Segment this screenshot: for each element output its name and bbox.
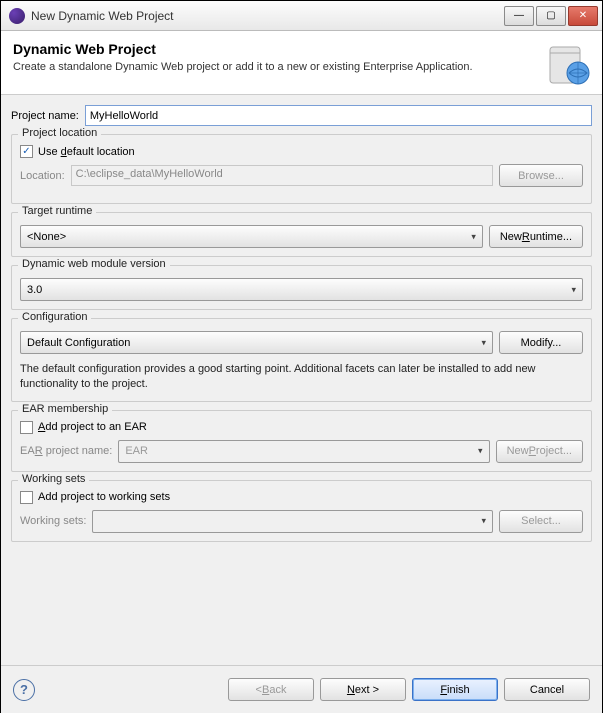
project-wizard-icon [544,41,592,89]
configuration-row: Default Configuration Modify... [20,331,583,354]
banner-heading: Dynamic Web Project [13,41,590,57]
configuration-title: Configuration [18,311,91,323]
ear-group: EAR membership Add project to an EAR EAR… [11,410,592,472]
cancel-button[interactable]: Cancel [504,678,590,701]
new-runtime-button[interactable]: New Runtime... [489,225,583,248]
target-runtime-title: Target runtime [18,205,96,217]
add-to-ear-checkbox[interactable] [20,421,33,434]
minimize-button[interactable]: — [504,6,534,26]
configuration-group: Configuration Default Configuration Modi… [11,318,592,402]
configuration-description: The default configuration provides a goo… [20,362,583,393]
project-name-row: Project name: [11,105,592,126]
add-to-working-sets-label: Add project to working sets [38,491,170,503]
ear-name-row: EAR project name: EAR New Project... [20,440,583,463]
use-default-location-checkbox[interactable]: ✓ [20,145,33,158]
content-area: Project name: Project location ✓ Use def… [1,95,602,665]
eclipse-icon [9,8,25,24]
titlebar: New Dynamic Web Project — ▢ ✕ [1,1,602,31]
use-default-location-row: ✓ Use default location [20,145,583,158]
window-controls: — ▢ ✕ [504,6,598,26]
project-name-label: Project name: [11,110,79,122]
window-title: New Dynamic Web Project [31,9,504,23]
add-to-working-sets-row: Add project to working sets [20,491,583,504]
module-version-select[interactable]: 3.0 [20,278,583,301]
target-runtime-row: <None> New Runtime... [20,225,583,248]
project-name-input[interactable] [85,105,592,126]
target-runtime-select[interactable]: <None> [20,225,483,248]
finish-button[interactable]: Finish [412,678,498,701]
maximize-button[interactable]: ▢ [536,6,566,26]
modify-button[interactable]: Modify... [499,331,583,354]
ear-name-select: EAR [118,440,489,463]
module-version-title: Dynamic web module version [18,258,170,270]
back-button: < Back [228,678,314,701]
select-working-sets-button: Select... [499,510,583,533]
footer: ? < Back Next > Finish Cancel [1,665,602,713]
next-button[interactable]: Next > [320,678,406,701]
project-location-group: Project location ✓ Use default location … [11,134,592,204]
location-label: Location: [20,170,65,182]
target-runtime-group: Target runtime <None> New Runtime... [11,212,592,257]
location-row: Location: C:\eclipse_data\MyHelloWorld B… [20,164,583,187]
banner: Dynamic Web Project Create a standalone … [1,31,602,95]
working-sets-group: Working sets Add project to working sets… [11,480,592,542]
working-sets-select-row: Working sets: Select... [20,510,583,533]
banner-subtitle: Create a standalone Dynamic Web project … [13,61,530,73]
ear-name-label: EAR project name: [20,445,112,457]
browse-button: Browse... [499,164,583,187]
add-to-working-sets-checkbox[interactable] [20,491,33,504]
help-icon[interactable]: ? [13,679,35,701]
new-project-button: New Project... [496,440,583,463]
working-sets-select [92,510,493,533]
configuration-select[interactable]: Default Configuration [20,331,493,354]
ear-title: EAR membership [18,403,112,415]
add-to-ear-row: Add project to an EAR [20,421,583,434]
module-version-group: Dynamic web module version 3.0 [11,265,592,310]
module-version-row: 3.0 [20,278,583,301]
working-sets-title: Working sets [18,473,89,485]
working-sets-label: Working sets: [20,515,86,527]
project-location-title: Project location [18,127,101,139]
close-button[interactable]: ✕ [568,6,598,26]
use-default-location-label: Use default location [38,146,135,158]
add-to-ear-label: Add project to an EAR [38,421,147,433]
location-input: C:\eclipse_data\MyHelloWorld [71,165,493,186]
